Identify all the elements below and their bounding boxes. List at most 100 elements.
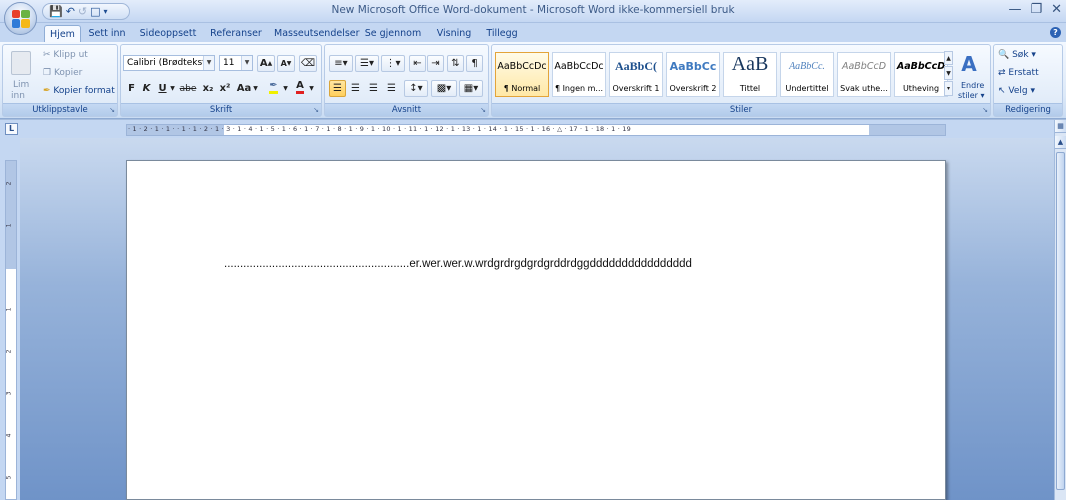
font-family-select[interactable]: Calibri (Brødtekst) ▼ xyxy=(123,55,215,71)
shrink-font-button[interactable]: A ▼ xyxy=(277,55,295,72)
format-painter-label: Kopier format xyxy=(53,86,115,96)
group-paragraph: ≡▾ ☰▾ ⋮▾ ⇤ ⇥ ⇅ ¶ ☰ ☰ ☰ ☰ ↕▾ ▩▾ ▦▾ Avsnit… xyxy=(324,44,489,117)
decrease-indent-button[interactable]: ⇤ xyxy=(409,55,426,72)
font-color-dropdown-icon[interactable]: ▼ xyxy=(308,80,315,97)
tab-hjem[interactable]: Hjem xyxy=(44,25,81,42)
shading-button[interactable]: ▩▾ xyxy=(431,80,457,97)
superscript-button[interactable]: x² xyxy=(218,80,232,97)
paste-icon[interactable] xyxy=(11,51,31,75)
font-size-select[interactable]: 11 ▼ xyxy=(219,55,253,71)
title-bar: 💾 ↶ ↺ □ ▾ New Microsoft Office Word-doku… xyxy=(0,0,1066,35)
style-heading-2[interactable]: AaBbCc Overskrift 2 xyxy=(666,52,720,97)
styles-launcher-icon[interactable]: ↘ xyxy=(982,106,988,114)
tab-masseutsendelser[interactable]: Masseutsendelser xyxy=(274,25,360,42)
style-name: ¶ Normal xyxy=(503,84,541,93)
cut-label: Klipp ut xyxy=(53,50,88,60)
clipboard-launcher-icon[interactable]: ↘ xyxy=(109,106,115,114)
font-launcher-icon[interactable]: ↘ xyxy=(313,106,319,114)
tab-sett-inn[interactable]: Sett inn xyxy=(86,25,128,42)
justify-button[interactable]: ☰ xyxy=(383,80,400,97)
replace-button[interactable]: ⇄ Erstatt xyxy=(998,68,1039,78)
align-left-button[interactable]: ☰ xyxy=(329,80,346,97)
vertical-ruler[interactable] xyxy=(5,160,17,500)
change-styles-icon[interactable]: A xyxy=(958,52,980,76)
scrollbar-thumb[interactable] xyxy=(1056,152,1065,490)
change-styles-label[interactable]: Endre xyxy=(961,81,984,90)
font-size-value: 11 xyxy=(223,58,235,68)
close-icon[interactable]: ✕ xyxy=(1051,2,1062,17)
styles-scroll-up-icon[interactable]: ▲ xyxy=(944,51,953,65)
office-button[interactable] xyxy=(4,2,37,35)
group-styles: AaBbCcDc ¶ Normal AaBbCcDc ¶ Ingen m... … xyxy=(491,44,991,117)
style-title[interactable]: AaB Tittel xyxy=(723,52,777,97)
find-button[interactable]: 🔍 Søk ▾ xyxy=(998,50,1036,60)
styles-more-icon[interactable]: ▾ xyxy=(944,81,953,96)
style-subtitle[interactable]: AaBbCc. Undertittel xyxy=(780,52,834,97)
highlight-dropdown-icon[interactable]: ▼ xyxy=(282,80,289,97)
paste-label[interactable]: Lim xyxy=(13,80,29,90)
document-text[interactable]: ........................................… xyxy=(224,258,692,270)
strikethrough-button[interactable]: abe xyxy=(178,80,198,97)
tab-tillegg[interactable]: Tillegg xyxy=(482,25,522,42)
style-normal[interactable]: AaBbCcDc ¶ Normal xyxy=(495,52,549,97)
ruler-right-margin xyxy=(869,125,945,135)
grow-font-button[interactable]: A ▲ xyxy=(257,55,275,72)
vruler-number: 2 xyxy=(5,181,13,186)
vertical-scrollbar[interactable]: ▦ ▲ xyxy=(1054,120,1066,500)
subscript-button[interactable]: x₂ xyxy=(201,80,215,97)
ruler-top-margin xyxy=(6,161,16,269)
change-styles-label-2[interactable]: stiler ▾ xyxy=(958,91,985,100)
bullets-button[interactable]: ≡▾ xyxy=(329,55,353,72)
tab-sideoppsett[interactable]: Sideoppsett xyxy=(136,25,200,42)
sort-button[interactable]: ⇅ xyxy=(447,55,464,72)
document-page[interactable]: ........................................… xyxy=(126,160,946,500)
increase-indent-button[interactable]: ⇥ xyxy=(427,55,444,72)
group-label-clipboard: Utklippstavle xyxy=(3,103,117,116)
restore-icon[interactable]: ❐ xyxy=(1030,2,1042,17)
tab-se-gjennom[interactable]: Se gjennom xyxy=(364,25,422,42)
ruler-toggle-icon[interactable]: ▦ xyxy=(1055,120,1066,133)
scroll-up-icon[interactable]: ▲ xyxy=(1055,136,1066,149)
style-subtle-emphasis[interactable]: AaBbCcD Svak uthe... xyxy=(837,52,891,97)
find-label: Søk xyxy=(1012,50,1029,60)
cursor-icon: ↖ xyxy=(998,86,1006,96)
show-marks-button[interactable]: ¶ xyxy=(466,55,483,72)
paste-label-2[interactable]: inn xyxy=(11,91,25,101)
font-color-button[interactable]: A xyxy=(293,79,307,96)
clear-format-button[interactable]: ⌫ xyxy=(299,55,317,72)
styles-scroll-down-icon[interactable]: ▼ xyxy=(944,66,953,80)
style-name: Overskrift 2 xyxy=(669,84,717,93)
cut-button[interactable]: ✂ Klipp ut xyxy=(43,50,88,60)
highlight-button[interactable]: ✒ xyxy=(265,79,282,96)
group-label-font: Skrift xyxy=(121,103,321,116)
style-heading-1[interactable]: AaBbC( Overskrift 1 xyxy=(609,52,663,97)
change-case-button[interactable]: Aa xyxy=(235,80,253,97)
borders-button[interactable]: ▦▾ xyxy=(459,80,483,97)
paragraph-launcher-icon[interactable]: ↘ xyxy=(480,106,486,114)
copy-button[interactable]: ❐ Kopier xyxy=(43,68,82,78)
numbering-button[interactable]: ☰▾ xyxy=(355,55,379,72)
tab-visning[interactable]: Visning xyxy=(432,25,476,42)
underline-button[interactable]: U xyxy=(156,80,169,97)
select-button[interactable]: ↖ Velg ▾ xyxy=(998,86,1035,96)
change-styles-label-2-text: stiler xyxy=(958,91,978,100)
multilevel-list-button[interactable]: ⋮▾ xyxy=(381,55,405,72)
align-right-button[interactable]: ☰ xyxy=(365,80,382,97)
style-sample: AaBbCc xyxy=(669,60,717,73)
help-icon[interactable]: ? xyxy=(1050,27,1061,38)
line-spacing-button[interactable]: ↕▾ xyxy=(404,80,428,97)
tab-referanser[interactable]: Referanser xyxy=(206,25,266,42)
style-sample: AaBbCcD xyxy=(896,61,946,72)
style-sample: AaB xyxy=(731,53,769,75)
align-center-button[interactable]: ☰ xyxy=(347,80,364,97)
change-case-dropdown-icon[interactable]: ▼ xyxy=(252,80,259,97)
style-emphasis[interactable]: AaBbCcD Utheving xyxy=(894,52,948,97)
format-painter-button[interactable]: ✒ Kopier format xyxy=(43,86,115,96)
tab-selector-icon[interactable]: L xyxy=(5,123,18,135)
italic-button[interactable]: K xyxy=(140,80,153,97)
style-no-spacing[interactable]: AaBbCcDc ¶ Ingen m... xyxy=(552,52,606,97)
underline-dropdown-icon[interactable]: ▼ xyxy=(169,80,176,97)
minimize-icon[interactable]: — xyxy=(1008,2,1021,17)
bold-button[interactable]: F xyxy=(125,80,138,97)
eraser-icon: ⌫ xyxy=(300,58,316,69)
